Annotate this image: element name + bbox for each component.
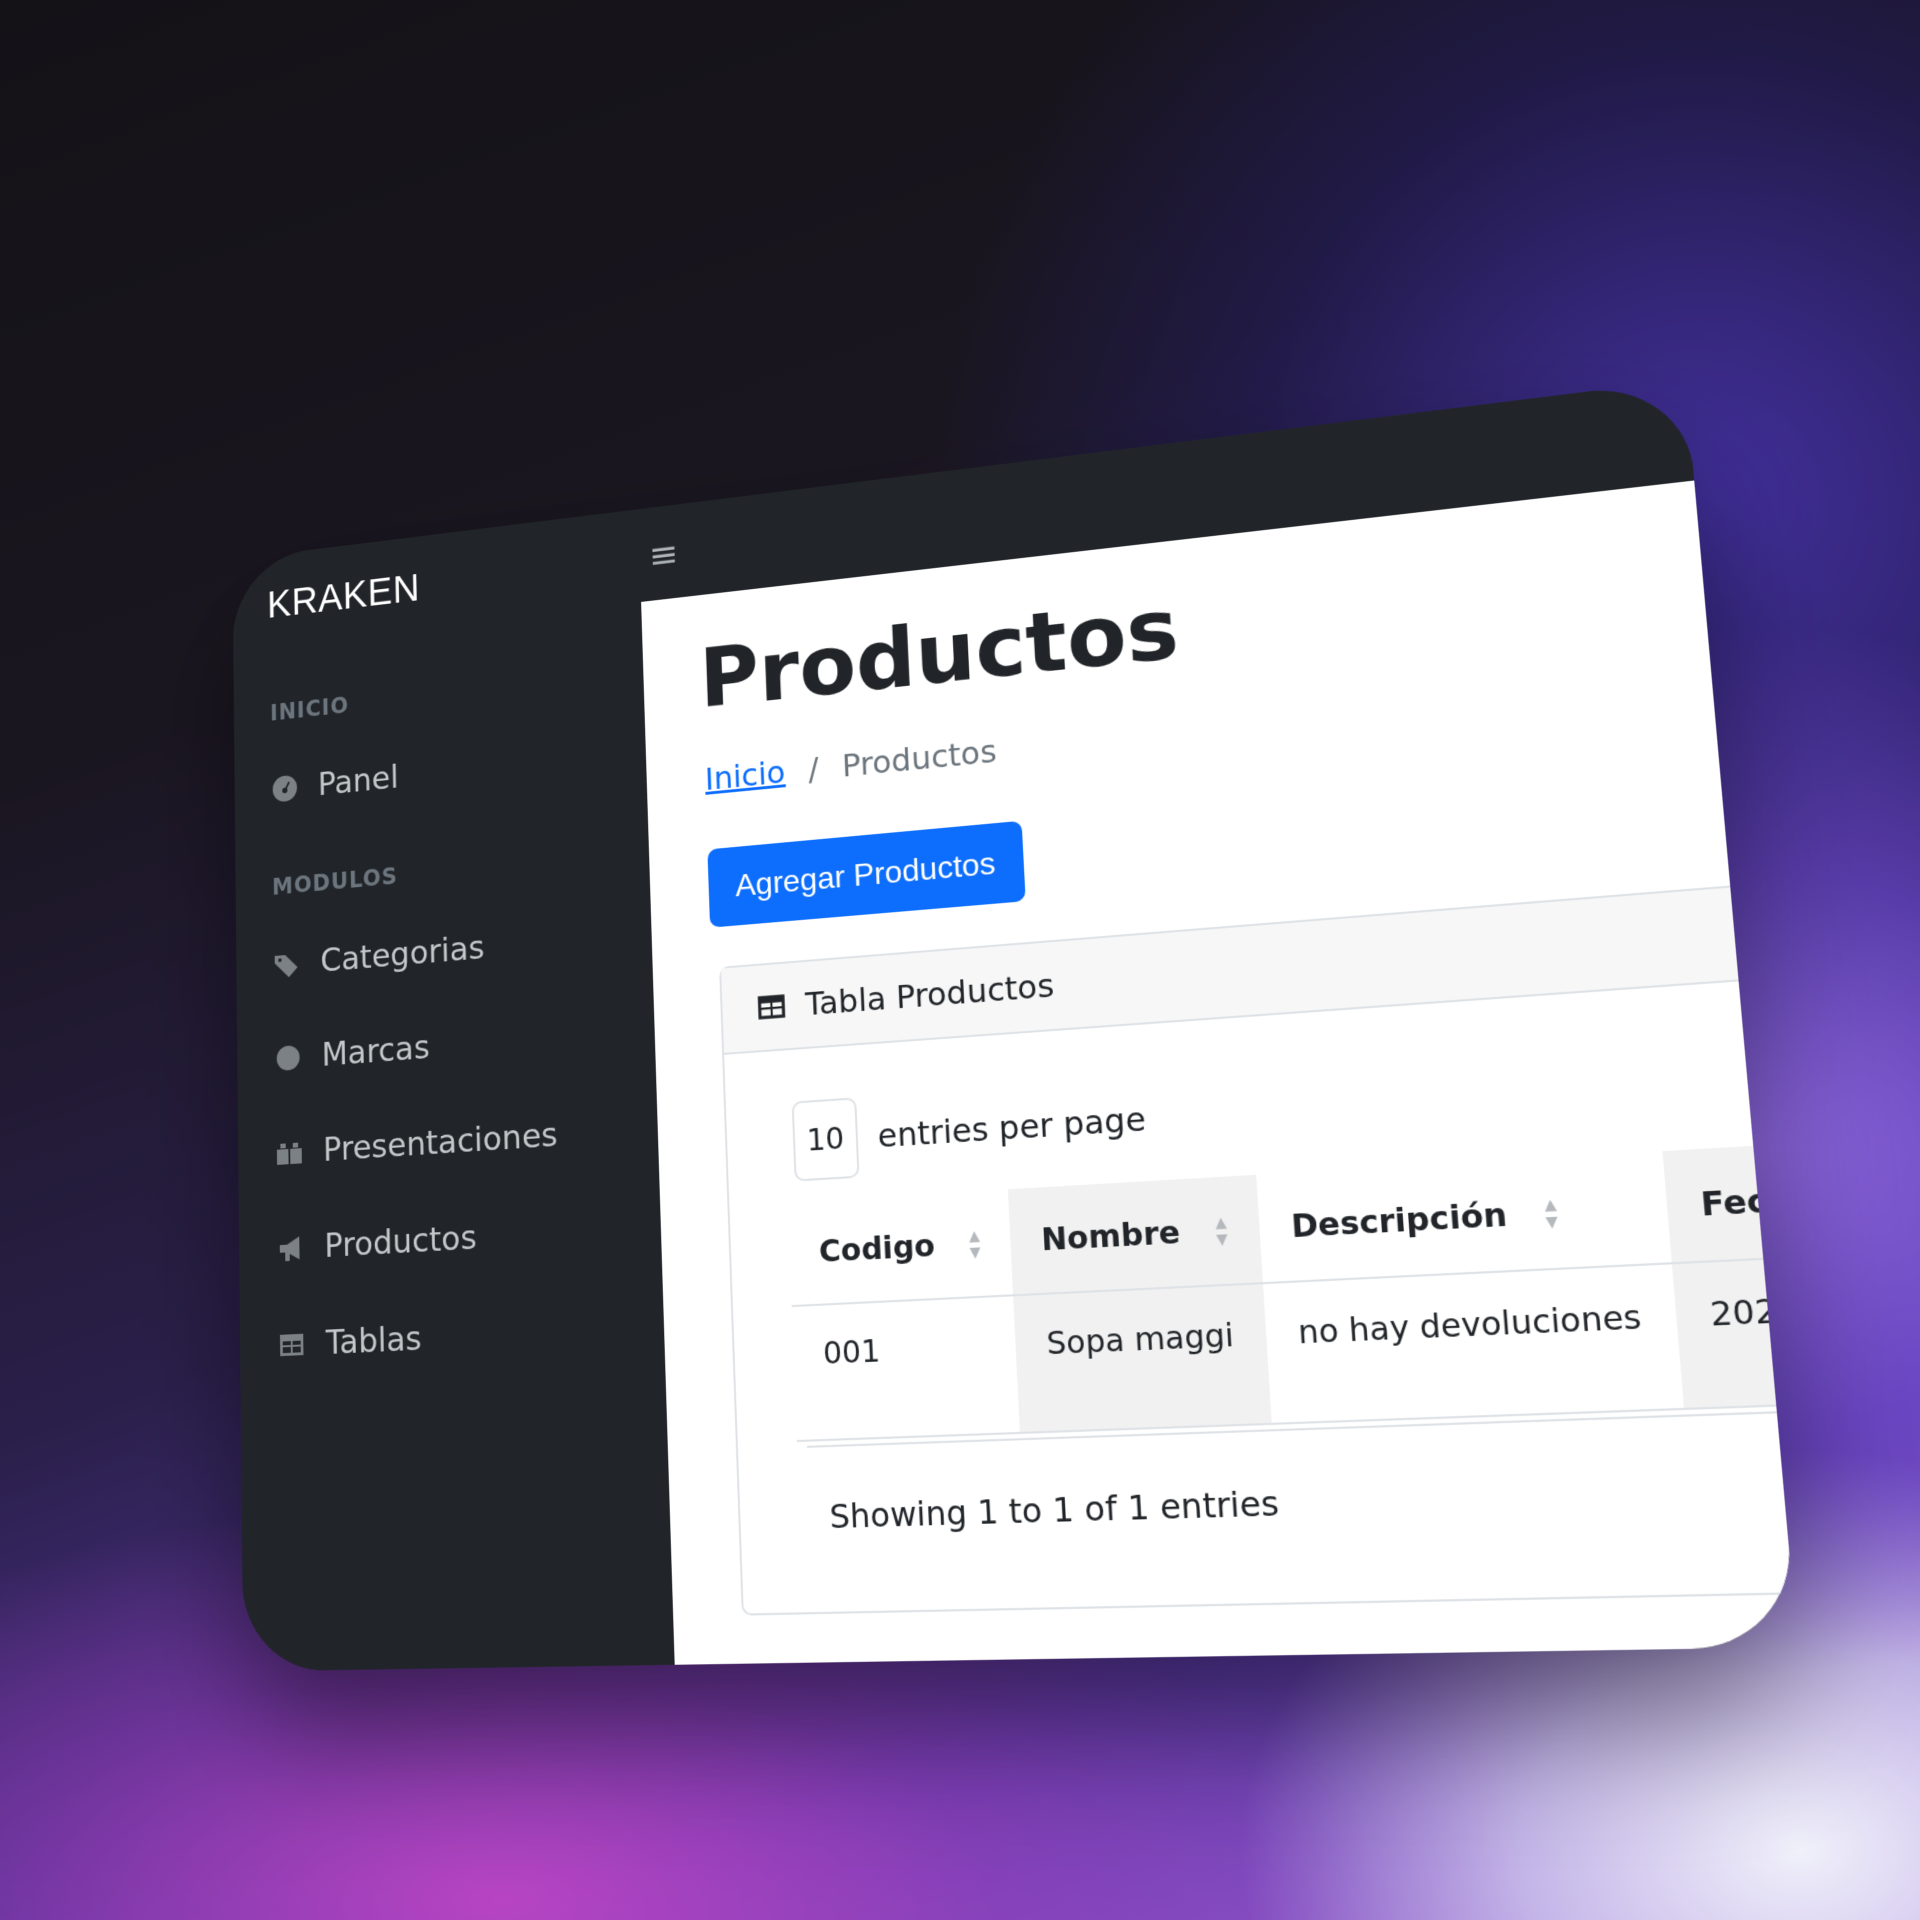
sidebar-item-label: Panel (317, 758, 399, 804)
sidebar-item-panel[interactable]: Panel (271, 759, 399, 809)
sidebar-item-label: Categorias (320, 928, 485, 981)
entries-per-page-label: entries per page (876, 1099, 1147, 1156)
sidebar: INICIO Panel MODULOS Categorias Marcas P… (233, 601, 675, 1672)
card-title: Tabla Productos (804, 966, 1056, 1024)
breadcrumb: Inicio / Productos (704, 732, 997, 797)
sidebar-heading-inicio: INICIO (269, 692, 350, 727)
column-header-label: Codigo (818, 1227, 936, 1270)
sort-icon: ▲ ▼ (968, 1227, 982, 1262)
cell-descripcion: no hay devoluciones (1262, 1263, 1684, 1424)
table-icon (279, 1333, 304, 1357)
page-title: Productos (697, 579, 1182, 728)
table-info: Showing 1 to 1 of 1 entries (828, 1483, 1281, 1537)
dashboard-icon (272, 774, 298, 803)
tags-icon (274, 954, 298, 979)
sidebar-item-label: Productos (324, 1218, 478, 1266)
column-header-descripcion[interactable]: Descripción ▲ ▼ (1255, 1151, 1672, 1284)
sidebar-item-label: Tablas (325, 1319, 423, 1363)
sidebar-item-categorias[interactable]: Categorias (273, 929, 485, 984)
sort-icon: ▲ ▼ (1543, 1196, 1559, 1232)
sidebar-item-productos[interactable]: Productos (276, 1218, 477, 1268)
breadcrumb-current: Productos (841, 732, 998, 785)
app-window-perspective: KRAKEN ≡ INICIO Panel MODULOS Categorias… (232, 379, 1798, 1672)
entries-per-page-select[interactable]: 10 (791, 1097, 860, 1182)
column-header-label: Fecha Vencimiento (1699, 1165, 1798, 1224)
column-header-nombre[interactable]: Nombre ▲ ▼ (1008, 1174, 1263, 1296)
breadcrumb-home-link[interactable]: Inicio (704, 753, 786, 797)
breadcrumb-separator: / (807, 750, 820, 788)
products-table-card: Tabla Productos 10 entries per page Codi… (719, 873, 1798, 1616)
sidebar-toggle-icon[interactable]: ≡ (648, 532, 679, 576)
sidebar-item-marcas[interactable]: Marcas (274, 1028, 430, 1078)
sidebar-item-presentaciones[interactable]: Presentaciones (275, 1116, 558, 1173)
brand-logo[interactable]: KRAKEN (267, 565, 420, 627)
add-product-button[interactable]: Agregar Productos (707, 820, 1026, 928)
table-icon (757, 994, 786, 1020)
sidebar-heading-modulos: MODULOS (271, 862, 399, 901)
circle-icon (276, 1044, 300, 1072)
main-content: Productos Inicio / Productos Agregar Pro… (641, 480, 1798, 1665)
app-window: KRAKEN ≡ INICIO Panel MODULOS Categorias… (232, 379, 1798, 1672)
megaphone-icon (279, 1236, 300, 1262)
cell-nombre: Sopa maggi (1013, 1283, 1272, 1433)
sidebar-item-label: Presentaciones (322, 1115, 559, 1170)
column-header-codigo[interactable]: Codigo ▲ ▼ (787, 1189, 1014, 1307)
gift-boxes-icon (276, 1142, 302, 1165)
entries-per-page: 10 entries per page (791, 1078, 1148, 1182)
sort-icon: ▲ ▼ (1214, 1214, 1229, 1249)
column-header-label: Descripción (1290, 1196, 1509, 1246)
cell-codigo: 001 (791, 1295, 1021, 1442)
sidebar-item-tablas[interactable]: Tablas (277, 1319, 422, 1365)
column-header-label: Nombre (1040, 1214, 1182, 1259)
sidebar-item-label: Marcas (321, 1028, 431, 1075)
column-header-fecha-vencimiento[interactable]: Fecha Vencimiento (1661, 1125, 1798, 1264)
cell-fecha: 2025-05-14 (1671, 1241, 1798, 1409)
